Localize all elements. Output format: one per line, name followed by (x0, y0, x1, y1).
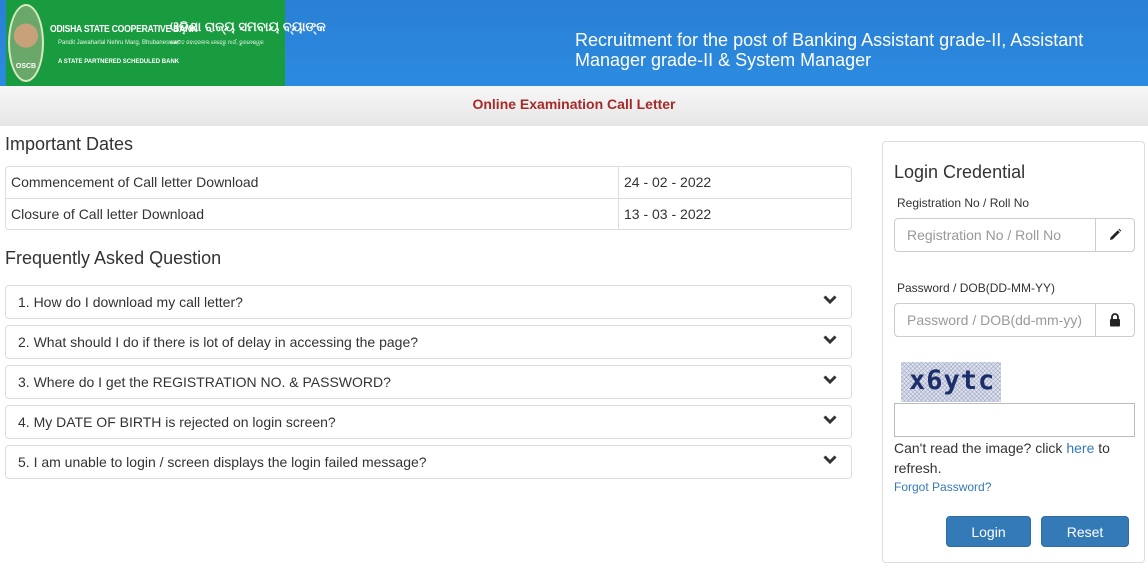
faq-heading: Frequently Asked Question (5, 248, 222, 268)
chevron-down-icon (823, 455, 837, 465)
faq-item-4[interactable]: 4. My DATE OF BIRTH is rejected on login… (5, 405, 852, 439)
password-label: Password / DOB(DD-MM-YY) (897, 281, 1056, 295)
forgot-password-link[interactable]: Forgot Password? (894, 480, 991, 494)
subheader-bar: Online Examination Call Letter (0, 86, 1148, 126)
page-title: Online Examination Call Letter (472, 96, 676, 112)
captcha-refresh-text: Can't read the image? click here to refr… (894, 438, 1134, 478)
captcha-image: x6ytc (901, 362, 1001, 402)
chevron-down-icon (823, 335, 837, 345)
recruitment-title: Recruitment for the post of Banking Assi… (575, 30, 1084, 70)
captcha-input[interactable] (894, 403, 1135, 437)
table-row: Closure of Call letter Download 13 - 03 … (6, 198, 851, 229)
faq-question: 4. My DATE OF BIRTH is rejected on login… (18, 414, 336, 430)
faq-item-5[interactable]: 5. I am unable to login / screen display… (5, 445, 852, 479)
chevron-down-icon (823, 415, 837, 425)
password-input[interactable] (895, 304, 1095, 336)
login-panel: Login Credential Registration No / Roll … (882, 141, 1145, 563)
bank-tagline: A STATE PARTNERED SCHEDULED BANK (58, 59, 180, 65)
table-row: Commencement of Call letter Download 24 … (6, 167, 851, 198)
reset-button[interactable]: Reset (1041, 516, 1129, 547)
date-label: Closure of Call letter Download (6, 199, 619, 229)
bank-name-odia: ଓଡ଼ିଶା ରାଜ୍ୟ ସମବାୟ ବ୍ୟାଙ୍କ (170, 19, 326, 34)
chevron-down-icon (823, 295, 837, 305)
date-value: 13 - 03 - 2022 (624, 206, 712, 222)
faq-item-1[interactable]: 1. How do I download my call letter? (5, 285, 852, 319)
faq-question: 1. How do I download my call letter? (18, 294, 243, 310)
bank-logo[interactable]: OSCB ODISHA STATE COOPERATIVE BANK ଓଡ଼ିଶ… (6, 0, 326, 86)
faq-question: 3. Where do I get the REGISTRATION NO. &… (18, 374, 391, 390)
bank-address-odia: ପଣ୍ଡିତ ଜବାହରଲାଲ ନେହେରୁ ମାର୍ଗ, ଭୁବନେଶ୍ୱର (170, 40, 264, 46)
emblem-text: OSCB (15, 63, 37, 70)
faq-item-3[interactable]: 3. Where do I get the REGISTRATION NO. &… (5, 365, 852, 399)
faq-item-2[interactable]: 2. What should I do if there is lot of d… (5, 325, 852, 359)
registration-input-group (894, 218, 1135, 252)
captcha-text: x6ytc (909, 365, 996, 396)
lock-icon (1095, 304, 1134, 336)
pencil-icon (1095, 219, 1134, 251)
registration-input[interactable] (895, 219, 1095, 251)
refresh-captcha-link[interactable]: here (1066, 440, 1094, 456)
faq-question: 5. I am unable to login / screen display… (18, 454, 427, 470)
important-dates-heading: Important Dates (5, 134, 134, 154)
registration-label: Registration No / Roll No (897, 196, 1030, 210)
bank-emblem-icon: OSCB (8, 4, 44, 82)
page-header: OSCB ODISHA STATE COOPERATIVE BANK ଓଡ଼ିଶ… (0, 0, 1148, 86)
chevron-down-icon (823, 375, 837, 385)
refresh-prefix: Can't read the image? click (894, 440, 1067, 456)
faq-question: 2. What should I do if there is lot of d… (18, 334, 419, 350)
date-value: 24 - 02 - 2022 (624, 174, 712, 190)
bank-address: Pandit Jawaharlal Nehru Marg, Bhubaneswa… (58, 40, 179, 46)
date-label: Commencement of Call letter Download (6, 167, 619, 198)
login-button[interactable]: Login (946, 516, 1031, 547)
password-input-group (894, 303, 1135, 337)
important-dates-table: Commencement of Call letter Download 24 … (5, 166, 852, 230)
login-heading: Login Credential (894, 162, 1026, 182)
